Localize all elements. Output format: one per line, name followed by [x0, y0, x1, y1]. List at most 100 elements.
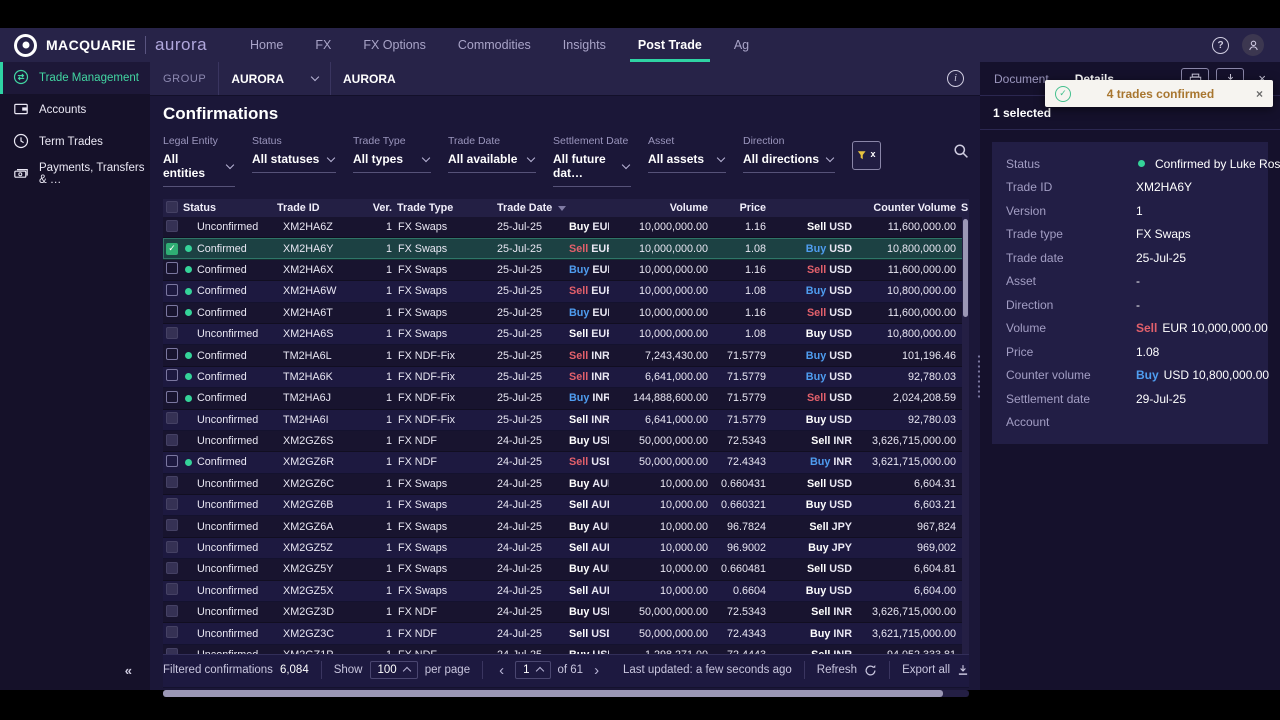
nav-item-fx-options[interactable]: FX Options [363, 28, 426, 62]
filter-value[interactable]: All available [448, 149, 536, 173]
table-row[interactable]: UnconfirmedXM2GZ6S1FX NDF24-Jul-25Buy US… [163, 431, 969, 452]
filter-value[interactable]: All types [353, 149, 431, 173]
filter-value[interactable]: All statuses [252, 149, 336, 173]
group-selector[interactable]: AURORA [231, 72, 318, 86]
nav-item-home[interactable]: Home [250, 28, 283, 62]
row-checkbox[interactable]: ✓ [163, 242, 183, 255]
row-checkbox[interactable] [163, 626, 183, 641]
table-row[interactable]: UnconfirmedXM2GZ5Z1FX Swaps24-Jul-25Sell… [163, 538, 969, 559]
search-icon[interactable] [953, 143, 969, 164]
row-checkbox[interactable] [163, 412, 183, 427]
table-row[interactable]: UnconfirmedXM2GZ6B1FX Swaps24-Jul-25Sell… [163, 495, 969, 516]
filter-value[interactable]: All directions [743, 149, 835, 173]
sidebar-item-trade-management[interactable]: Trade Management [0, 62, 150, 94]
row-checkbox[interactable] [163, 476, 183, 491]
page-number-select[interactable]: 1 [515, 661, 550, 679]
status-cell: Confirmed [183, 371, 277, 383]
column-header-trade-type[interactable]: Trade Type [397, 202, 497, 214]
table-row[interactable]: UnconfirmedXM2GZ3C1FX NDF24-Jul-25Sell U… [163, 623, 969, 644]
price-cell: 1.08 [713, 285, 771, 297]
refresh-button[interactable]: Refresh [817, 664, 877, 677]
avatar[interactable] [1242, 34, 1264, 56]
row-checkbox[interactable] [163, 519, 183, 534]
previous-page-button[interactable]: ‹ [495, 662, 508, 679]
table-row[interactable]: ConfirmedXM2HA6X1FX Swaps25-Jul-25Buy EU… [163, 260, 969, 281]
sidebar-item-term-trades[interactable]: Term Trades [0, 126, 150, 158]
row-checkbox[interactable] [163, 541, 183, 556]
row-checkbox[interactable] [163, 327, 183, 342]
nav-item-post-trade[interactable]: Post Trade [638, 28, 702, 62]
table-row[interactable]: ConfirmedXM2HA6T1FX Swaps25-Jul-25Buy EU… [163, 303, 969, 324]
row-checkbox[interactable] [163, 583, 183, 598]
table-row[interactable]: UnconfirmedXM2GZ5X1FX Swaps24-Jul-25Sell… [163, 581, 969, 602]
table-row[interactable]: UnconfirmedXM2GZ6A1FX Swaps24-Jul-25Buy … [163, 516, 969, 537]
column-header-status[interactable]: Status [183, 202, 277, 214]
info-icon[interactable]: i [947, 70, 964, 87]
column-header-ver-[interactable]: Ver. [371, 202, 397, 214]
vertical-scrollbar[interactable] [962, 217, 969, 666]
select-all-checkbox[interactable] [166, 201, 178, 213]
table-row[interactable]: UnconfirmedXM2HA6S1FX Swaps25-Jul-25Sell… [163, 324, 969, 345]
table-row[interactable]: ConfirmedXM2GZ6R1FX NDF24-Jul-25Sell USD… [163, 452, 969, 473]
horizontal-scrollbar-thumb[interactable] [163, 690, 943, 697]
filter-settlement-date[interactable]: Settlement DateAll future dat… [553, 135, 631, 187]
row-checkbox[interactable] [163, 369, 183, 384]
row-checkbox[interactable] [163, 284, 183, 299]
nav-item-insights[interactable]: Insights [563, 28, 606, 62]
export-all-button[interactable]: Export all [902, 664, 969, 676]
nav-item-commodities[interactable]: Commodities [458, 28, 531, 62]
row-checkbox[interactable] [163, 348, 183, 363]
sidebar-collapse-button[interactable]: « [125, 663, 132, 678]
counter-volume-cell: 967,824 [857, 521, 961, 533]
next-page-button[interactable]: › [590, 662, 603, 679]
trade-type-cell: FX Swaps [397, 585, 497, 597]
table-row[interactable]: UnconfirmedXM2GZ6C1FX Swaps24-Jul-25Buy … [163, 474, 969, 495]
table-row[interactable]: UnconfirmedXM2GZ5Y1FX Swaps24-Jul-25Buy … [163, 559, 969, 580]
filter-asset[interactable]: AssetAll assets [648, 135, 726, 173]
row-checkbox[interactable] [163, 434, 183, 449]
price-cell: 1.16 [713, 307, 771, 319]
tab-document[interactable]: Document [994, 72, 1049, 86]
page-size-select[interactable]: 100 [370, 661, 418, 679]
vertical-scrollbar-thumb[interactable] [963, 219, 968, 317]
column-header-volume[interactable]: Volume [609, 202, 713, 214]
filter-status[interactable]: StatusAll statuses [252, 135, 336, 173]
filter-legal-entity[interactable]: Legal EntityAll entities [163, 135, 235, 187]
row-checkbox[interactable] [163, 305, 183, 320]
column-header-s[interactable]: S [961, 202, 969, 214]
help-icon[interactable]: ? [1212, 37, 1229, 54]
row-checkbox[interactable] [163, 605, 183, 620]
nav-item-fx[interactable]: FX [315, 28, 331, 62]
column-header-trade-id[interactable]: Trade ID [277, 202, 371, 214]
row-checkbox[interactable] [163, 262, 183, 277]
nav-item-ag[interactable]: Ag [734, 28, 749, 62]
column-header-price[interactable]: Price [713, 202, 771, 214]
row-checkbox[interactable] [163, 391, 183, 406]
table-row[interactable]: ConfirmedXM2HA6W1FX Swaps25-Jul-25Sell E… [163, 281, 969, 302]
row-checkbox[interactable] [163, 562, 183, 577]
filter-value[interactable]: All assets [648, 149, 726, 173]
sidebar-item-payments-transfers[interactable]: Payments, Transfers & … [0, 158, 150, 190]
filter-value[interactable]: All entities [163, 149, 235, 187]
direction-cell: Sell EUR [569, 328, 609, 340]
table-row[interactable]: ConfirmedTM2HA6J1FX NDF-Fix25-Jul-25Buy … [163, 388, 969, 409]
filter-trade-type[interactable]: Trade TypeAll types [353, 135, 431, 173]
table-row[interactable]: ConfirmedTM2HA6L1FX NDF-Fix25-Jul-25Sell… [163, 345, 969, 366]
table-row[interactable]: UnconfirmedXM2GZ3D1FX NDF24-Jul-25Buy US… [163, 602, 969, 623]
filter-direction[interactable]: DirectionAll directions [743, 135, 835, 173]
column-header-trade-date[interactable]: Trade Date [497, 202, 569, 214]
filter-value[interactable]: All future dat… [553, 149, 631, 187]
filter-trade-date[interactable]: Trade DateAll available [448, 135, 536, 173]
row-checkbox[interactable] [163, 455, 183, 470]
row-checkbox[interactable] [163, 220, 183, 235]
toast-close-icon[interactable]: × [1250, 87, 1263, 101]
row-checkbox[interactable] [163, 498, 183, 513]
table-row[interactable]: ✓ConfirmedXM2HA6Y1FX Swaps25-Jul-25Sell … [163, 238, 969, 259]
table-row[interactable]: UnconfirmedTM2HA6I1FX NDF-Fix25-Jul-25Se… [163, 410, 969, 431]
horizontal-scrollbar[interactable] [163, 690, 969, 697]
table-row[interactable]: ConfirmedTM2HA6K1FX NDF-Fix25-Jul-25Sell… [163, 367, 969, 388]
table-row[interactable]: UnconfirmedXM2HA6Z1FX Swaps25-Jul-25Buy … [163, 217, 969, 238]
sidebar-item-accounts[interactable]: Accounts [0, 94, 150, 126]
clear-filters-button[interactable]: x [852, 141, 881, 170]
column-header-counter-volume[interactable]: Counter Volume [857, 202, 961, 214]
